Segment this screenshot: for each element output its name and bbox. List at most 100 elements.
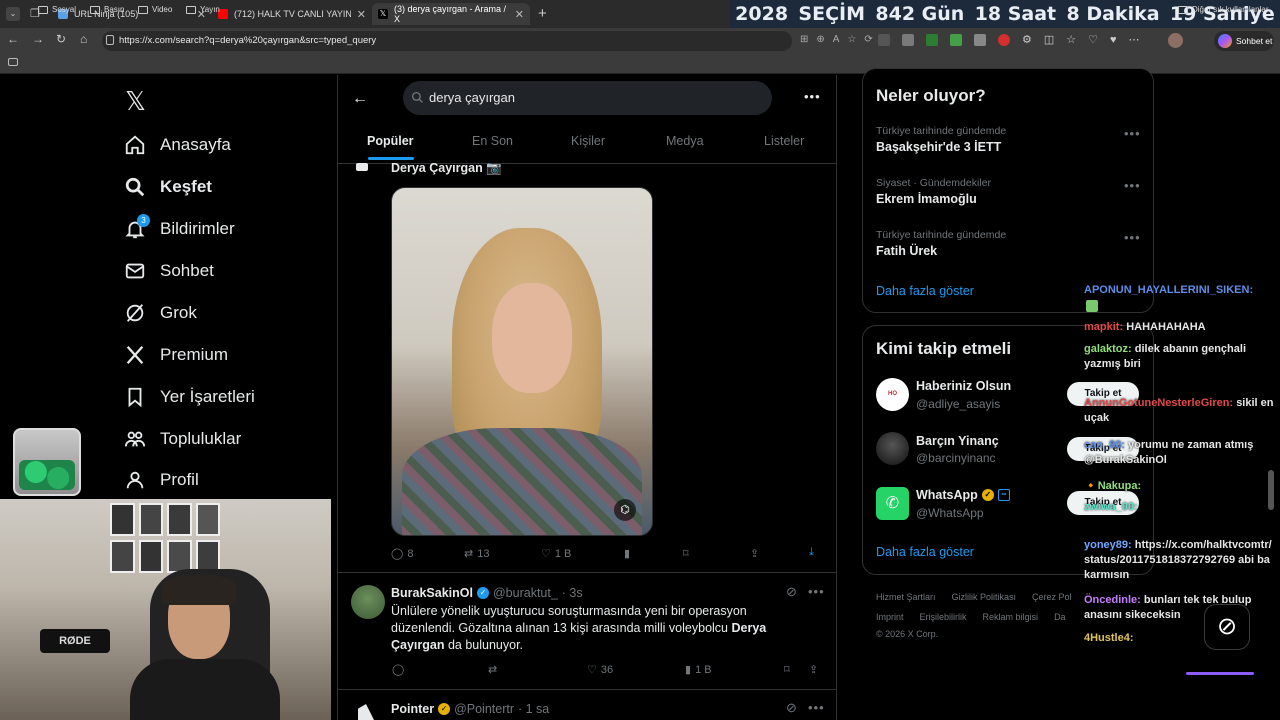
extension-icon[interactable] [998,34,1010,46]
other-bookmarks-folder[interactable]: Diğer sık kullanılanlar [1178,5,1268,14]
author-name[interactable]: Pointer [391,702,434,716]
site-info-icon[interactable] [106,35,114,45]
suggestion-name[interactable]: Barçın Yinanç [916,434,999,448]
profile-avatar[interactable] [1168,33,1183,48]
sidebar-item-grok[interactable]: Grok [124,302,197,324]
avatar[interactable] [876,432,909,465]
search-input[interactable]: derya çayırgan [403,81,772,115]
back-icon[interactable]: ← [7,32,19,46]
suggestion-name-row[interactable]: WhatsApp ✓ ∞ [916,488,1010,502]
footer-link[interactable]: Hizmet Şartları [876,592,936,602]
trend-item[interactable]: Türkiye tarihinde gündemde Başakşehir'de… [876,125,1006,154]
author-handle[interactable]: @Pointertr [454,702,514,716]
bookmark-folder-sosyal[interactable]: Sosyal [38,5,76,14]
views-icon[interactable]: ▮ [624,547,630,560]
repost-button[interactable]: ⇄ [488,663,497,676]
x-logo-icon[interactable]: 𝕏 [125,87,146,117]
tab-media[interactable]: Medya [666,134,704,148]
extension-icon[interactable] [878,34,890,46]
whatsapp-logo-icon[interactable]: ✆ [876,487,909,520]
browser-tab[interactable]: (712) HALK TV CANLI YAYINI | FUL ✕ [212,3,372,25]
sidebar-item-bookmarks[interactable]: Yer İşaretleri [124,386,255,408]
sidebar-item-messages[interactable]: Sohbet [124,260,214,282]
author-name[interactable]: BurakSakinOl [391,586,473,600]
suggestion-handle[interactable]: @barcinyinanc [916,451,996,465]
avatar[interactable] [351,585,385,619]
home-icon[interactable]: ⌂ [80,32,87,46]
grok-explain-icon[interactable]: ⊘ [786,700,797,716]
tweet-time[interactable]: · 3s [562,586,583,600]
back-arrow-icon[interactable]: ← [352,90,368,108]
more-options-icon[interactable]: ••• [1124,126,1141,141]
avatar[interactable] [356,163,368,171]
close-tab-icon[interactable]: ✕ [515,8,524,21]
trend-item[interactable]: Siyaset · Gündemdekiler Ekrem İmamoğlu [876,177,991,206]
repost-button[interactable]: ⇄ 13 [464,547,489,561]
more-options-icon[interactable]: ••• [808,700,825,715]
tab-actions-chevron-icon[interactable]: ⌄ [6,7,20,21]
extension-icon[interactable] [974,34,986,46]
tab-people[interactable]: Kişiler [571,134,605,148]
footer-link[interactable]: Da [1054,612,1066,622]
share-icon[interactable]: ⇪ [750,547,759,560]
trend-item[interactable]: Türkiye tarihinde gündemde Fatih Ürek [876,229,1006,258]
new-tab-button[interactable]: + [538,5,547,22]
chat-message: galaktoz: dilek abanın gençhali yazmış b… [1084,342,1274,372]
bookmark-folder-basin[interactable]: Basın [90,5,124,14]
suggestion-name[interactable]: Haberiniz Olsun [916,379,1011,393]
avatar[interactable]: HO [876,378,909,411]
browser-tab-active[interactable]: 𝕏 (3) derya çayırgan - Arama / X ✕ [372,3,530,25]
extension-icon[interactable] [950,34,962,46]
tab-lists[interactable]: Listeler [764,134,804,148]
browser-toolbar-icons[interactable]: ⚙◫☆♡♥⋯ [1022,33,1152,46]
reload-icon[interactable]: ↻ [56,32,66,46]
sidebar-item-home[interactable]: Anasayfa [124,134,231,156]
author-handle[interactable]: @buraktut_ [493,586,558,600]
more-options-icon[interactable]: ••• [808,584,825,599]
reply-button[interactable]: ◯ 8 [391,547,413,561]
grok-explain-icon[interactable]: ⊘ [786,584,797,600]
tab-search-icon[interactable] [8,58,18,66]
url-field[interactable]: https://x.com/search?q=derya%20çayırgan&… [102,31,792,51]
download-icon[interactable]: ⤓ [809,546,814,559]
bookmark-folder-yayin[interactable]: Yayın [186,5,220,14]
reply-button[interactable]: ◯ [392,663,404,676]
more-options-icon[interactable]: ••• [1124,178,1141,193]
close-tab-icon[interactable]: ✕ [357,8,366,21]
like-button[interactable]: ♡ 36 [587,663,613,677]
tab-popular[interactable]: Popüler [367,134,414,148]
sidebar-item-premium[interactable]: Premium [124,344,228,366]
share-icon[interactable]: ⇪ [809,663,818,676]
tweet-time[interactable]: · 1 sa [518,702,549,716]
sidebar-item-explore[interactable]: Keşfet [124,176,212,198]
views-button[interactable]: ▮ 1 B [685,663,712,677]
suggestion-handle[interactable]: @WhatsApp [916,506,984,520]
footer-link[interactable]: Çerez Pol [1032,592,1072,602]
like-button[interactable]: ♡ 1 B [541,547,571,561]
footer-link[interactable]: Imprint [876,612,904,622]
tweet-text: Ünlülere yönelik uyuşturucu soruşturması… [391,603,811,654]
page-scrollbar[interactable] [1268,470,1274,510]
more-options-icon[interactable]: ••• [1124,230,1141,245]
sidebar-item-profile[interactable]: Profil [124,469,199,491]
sidebar-item-communities[interactable]: Topluluklar [124,428,241,450]
extension-icon[interactable] [902,34,914,46]
address-bar-tools[interactable]: ⊞⊕A☆⟳ [800,34,881,45]
grok-floating-button[interactable]: ⊘ [1204,604,1250,650]
footer-link[interactable]: Gizlilik Politikası [952,592,1017,602]
forward-icon[interactable]: → [32,32,44,46]
bookmark-folder-video[interactable]: Video [138,5,172,14]
footer-link[interactable]: Reklam bilgisi [983,612,1039,622]
suggestion-handle[interactable]: @adliye_asayis [916,397,1000,411]
grok-analyze-image-icon[interactable]: ⌬ [614,499,636,521]
trends-show-more-link[interactable]: Daha fazla göster [876,284,974,298]
tab-latest[interactable]: En Son [472,134,513,148]
more-options-icon[interactable]: ••• [804,89,821,104]
bookmark-icon[interactable]: ⌑ [784,663,790,676]
tweet-photo[interactable]: ⌬ [391,187,653,536]
tweet-author[interactable]: Derya Çayırgan 📷 [391,161,502,176]
extension-icon[interactable] [926,34,938,46]
footer-link[interactable]: Erişilebilirlik [920,612,967,622]
who-to-follow-show-more-link[interactable]: Daha fazla göster [876,545,974,559]
bookmark-icon[interactable]: ⌑ [683,547,689,560]
